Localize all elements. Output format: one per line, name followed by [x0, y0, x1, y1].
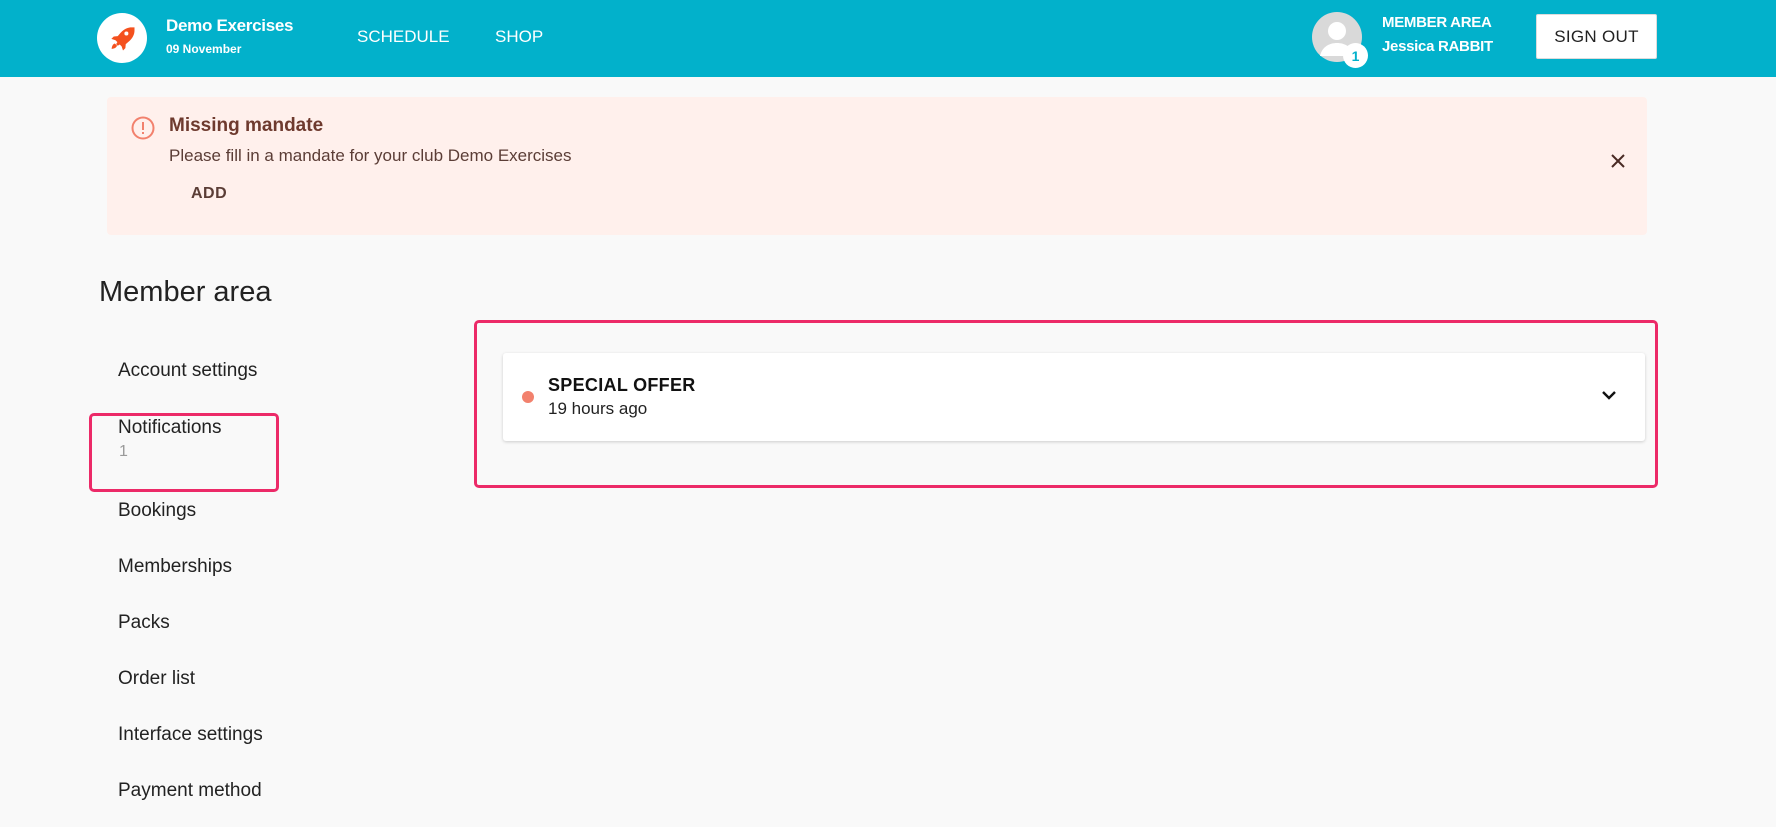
sidebar-item-packs[interactable]: Packs	[118, 612, 170, 634]
rocket-icon	[111, 27, 135, 51]
missing-mandate-alert: Missing mandate Please fill in a mandate…	[107, 97, 1647, 235]
club-logo[interactable]	[97, 13, 147, 63]
member-name[interactable]: Jessica RABBIT	[1382, 38, 1493, 55]
club-name[interactable]: Demo Exercises	[166, 16, 293, 36]
sidebar-item-account-settings[interactable]: Account settings	[118, 360, 257, 382]
page-title: Member area	[99, 276, 272, 308]
current-date: 09 November	[166, 42, 242, 56]
sign-out-button[interactable]: SIGN OUT	[1536, 14, 1657, 59]
highlight-box-notification-list	[474, 320, 1658, 488]
notification-badge: 1	[1343, 43, 1368, 68]
nav-shop[interactable]: SHOP	[495, 27, 543, 47]
alert-message: Please fill in a mandate for your club D…	[169, 146, 572, 165]
sidebar-item-bookings[interactable]: Bookings	[118, 500, 196, 522]
top-nav-bar: Demo Exercises 09 November SCHEDULE SHOP…	[0, 0, 1776, 77]
add-mandate-button[interactable]: ADD	[191, 185, 227, 203]
sidebar-item-memberships[interactable]: Memberships	[118, 556, 232, 578]
sidebar-item-payment-method[interactable]: Payment method	[118, 780, 262, 802]
alert-circle-icon	[131, 116, 155, 140]
avatar[interactable]: 1	[1312, 12, 1368, 68]
close-icon[interactable]	[1610, 153, 1626, 169]
highlight-box-notifications	[89, 413, 279, 492]
sidebar-item-order-list[interactable]: Order list	[118, 668, 195, 690]
nav-schedule[interactable]: SCHEDULE	[357, 27, 450, 47]
member-area-title[interactable]: MEMBER AREA	[1382, 14, 1492, 31]
alert-title: Missing mandate	[169, 115, 324, 136]
sidebar-item-interface-settings[interactable]: Interface settings	[118, 724, 263, 746]
